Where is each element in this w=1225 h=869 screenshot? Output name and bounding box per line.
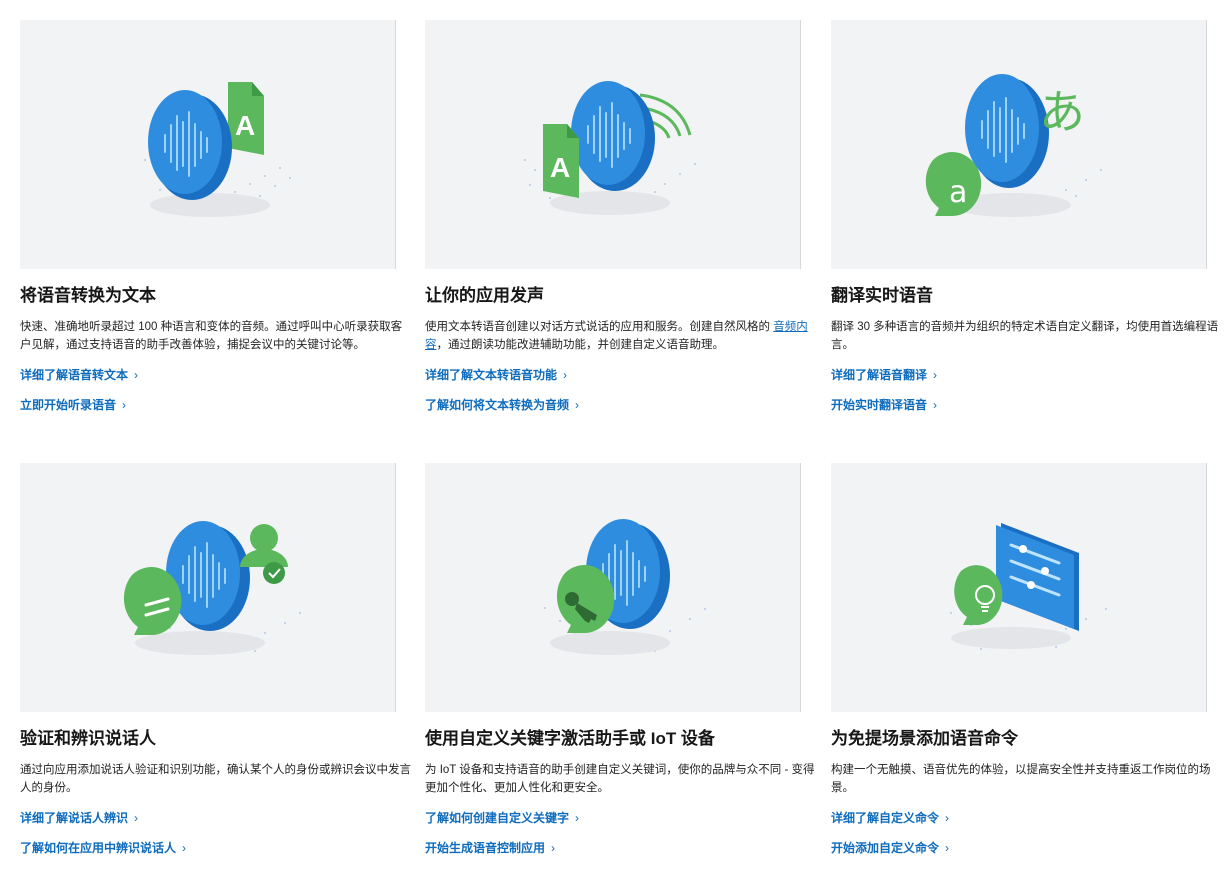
card-speech-translation: あ a 翻译实时语音 翻译 30 多种语言的音频并为组织的特定术语自定义翻译，均…	[831, 20, 1218, 426]
card-description: 翻译 30 多种语言的音频并为组织的特定术语自定义翻译，均使用首选编程语言。	[831, 321, 1219, 351]
chevron-right-icon: ›	[182, 841, 187, 855]
chevron-right-icon: ›	[134, 368, 139, 382]
chevron-right-icon: ›	[575, 811, 580, 825]
chevron-right-icon: ›	[945, 811, 950, 825]
card-description: 快速、准确地听录超过 100 种语言和变体的音频。通过呼叫中心听录获取客户见解，…	[20, 321, 403, 351]
voice-commands-illustration	[831, 463, 1207, 712]
learn-speech-to-text-link[interactable]: 详细了解语音转文本 ›	[20, 366, 396, 384]
card-grid: A 将语音转换为文本 快速、准确地听录超过 100 种语言和变体的音频。通过呼叫…	[0, 0, 1225, 867]
card-description: 使用文本转语音创建以对话方式说话的应用和服务。创建自然风格的 音频内容，通过朗读…	[425, 321, 808, 351]
card-voice-commands: 为免提场景添加语音命令 构建一个无触摸、语音优先的体验，以提高安全性并支持重返工…	[831, 463, 1211, 869]
chevron-right-icon: ›	[575, 398, 580, 412]
build-voice-app-link[interactable]: 开始生成语音控制应用 ›	[425, 839, 801, 857]
start-translation-link[interactable]: 开始实时翻译语音 ›	[831, 396, 1207, 414]
card-title: 为免提场景添加语音命令	[831, 729, 1018, 748]
card-title: 翻译实时语音	[831, 286, 933, 305]
card-text-to-speech: A 让你的应用发声 使用文本转语音创建以对话方式说话的应用和服务。创建自然风格的…	[425, 20, 808, 426]
identify-speakers-link[interactable]: 了解如何在应用中辨识说话人 ›	[20, 839, 396, 857]
create-keyword-link[interactable]: 了解如何创建自定义关键字 ›	[425, 809, 801, 827]
start-transcribing-link[interactable]: 立即开始听录语音 ›	[20, 396, 396, 414]
text-to-audio-link[interactable]: 了解如何将文本转换为音频 ›	[425, 396, 801, 414]
chevron-right-icon: ›	[134, 811, 139, 825]
speech-to-text-illustration: A	[20, 20, 396, 269]
learn-custom-commands-link[interactable]: 详细了解自定义命令 ›	[831, 809, 1207, 827]
svg-text:A: A	[235, 110, 255, 141]
chevron-right-icon: ›	[122, 398, 127, 412]
card-keyword-activation: 使用自定义关键字激活助手或 IoT 设备 为 IoT 设备和支持语音的助手创建自…	[425, 463, 815, 869]
card-speaker-recognition: 验证和辨识说话人 通过向应用添加说话人验证和识别功能，确认某个人的身份或辨识会议…	[20, 463, 411, 869]
card-description: 通过向应用添加说话人验证和识别功能，确认某个人的身份或辨识会议中发言人的身份。	[20, 764, 411, 794]
svg-text:a: a	[949, 175, 967, 210]
learn-text-to-speech-link[interactable]: 详细了解文本转语音功能 ›	[425, 366, 801, 384]
speech-translation-illustration: あ a	[831, 20, 1207, 269]
card-title: 验证和辨识说话人	[20, 729, 156, 748]
chevron-right-icon: ›	[551, 841, 556, 855]
chevron-right-icon: ›	[933, 368, 938, 382]
learn-speaker-recognition-link[interactable]: 详细了解说话人辨识 ›	[20, 809, 396, 827]
card-speech-to-text: A 将语音转换为文本 快速、准确地听录超过 100 种语言和变体的音频。通过呼叫…	[20, 20, 402, 426]
keyword-activation-illustration	[425, 463, 801, 712]
card-title: 使用自定义关键字激活助手或 IoT 设备	[425, 729, 715, 748]
card-description: 为 IoT 设备和支持语音的助手创建自定义关键词，使你的品牌与众不同 - 变得更…	[425, 764, 815, 794]
card-title: 让你的应用发声	[425, 286, 544, 305]
card-description: 构建一个无触摸、语音优先的体验，以提高安全性并支持重返工作岗位的场景。	[831, 764, 1211, 794]
start-custom-commands-link[interactable]: 开始添加自定义命令 ›	[831, 839, 1207, 857]
text-to-speech-illustration: A	[425, 20, 801, 269]
learn-speech-translation-link[interactable]: 详细了解语音翻译 ›	[831, 366, 1207, 384]
chevron-right-icon: ›	[945, 841, 950, 855]
chevron-right-icon: ›	[563, 368, 568, 382]
svg-text:あ: あ	[1039, 85, 1085, 139]
chevron-right-icon: ›	[933, 398, 938, 412]
speaker-recognition-illustration	[20, 463, 396, 712]
card-title: 将语音转换为文本	[20, 286, 156, 305]
svg-text:A: A	[550, 152, 570, 183]
